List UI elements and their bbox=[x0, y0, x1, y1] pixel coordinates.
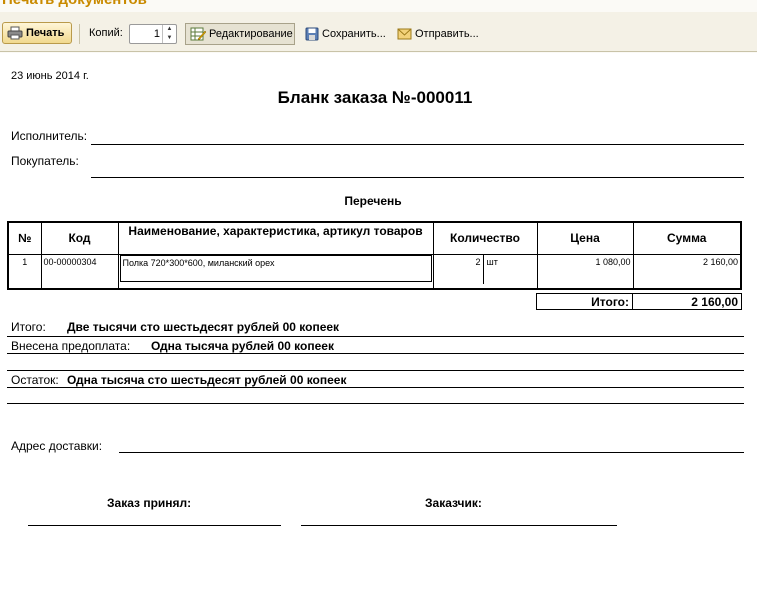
executor-line bbox=[91, 144, 744, 145]
total-words-line bbox=[7, 336, 744, 337]
document-sheet[interactable]: 23 июнь 2014 г. Бланк заказа №-000011 Ис… bbox=[0, 53, 757, 607]
title-bar: Печать документов bbox=[0, 0, 757, 12]
printer-icon bbox=[7, 26, 23, 40]
save-button-label: Сохранить... bbox=[322, 28, 386, 40]
table-header-row: № Код Наименование, характеристика, арти… bbox=[7, 221, 742, 255]
buyer-label: Покупатель: bbox=[11, 154, 79, 168]
col-header-qty: Количество bbox=[432, 221, 538, 255]
goods-table: № Код Наименование, характеристика, арти… bbox=[7, 221, 742, 290]
total-words: Две тысячи сто шестьдесят рублей 00 копе… bbox=[67, 320, 340, 334]
balance-label: Остаток: bbox=[11, 373, 59, 387]
send-button[interactable]: Отправить... bbox=[393, 23, 483, 45]
cell-num: 1 bbox=[7, 254, 42, 290]
save-button[interactable]: Сохранить... bbox=[301, 23, 386, 45]
col-header-code: Код bbox=[40, 221, 119, 255]
delivery-label: Адрес доставки: bbox=[11, 439, 103, 453]
customer-label: Заказчик: bbox=[425, 496, 482, 510]
total-value: 2 160,00 bbox=[632, 293, 742, 310]
list-title: Перечень bbox=[344, 194, 402, 208]
document-title: Бланк заказа №-000011 bbox=[277, 88, 473, 107]
col-header-num: № bbox=[7, 221, 42, 255]
cell-qty: 2 шт bbox=[432, 254, 538, 290]
toolbar-separator bbox=[79, 24, 80, 44]
spin-up-icon[interactable]: ▲ bbox=[163, 25, 176, 34]
table-row: 1 00-00000304 Полка 720*300*600, миланск… bbox=[7, 254, 742, 290]
print-button-label: Печать bbox=[26, 27, 65, 39]
prepaid-words: Одна тысяча рублей 00 копеек bbox=[151, 339, 334, 353]
accepted-signature-line bbox=[28, 525, 281, 526]
executor-label: Исполнитель: bbox=[11, 129, 88, 143]
window-title: Печать документов bbox=[2, 0, 147, 8]
prepaid-line bbox=[7, 353, 744, 354]
buyer-line bbox=[91, 177, 744, 178]
copies-label: Копий: bbox=[89, 27, 123, 39]
spin-down-icon[interactable]: ▼ bbox=[163, 34, 176, 43]
cell-qty-value: 2 bbox=[434, 255, 484, 284]
balance-words: Одна тысяча сто шестьдесят рублей 00 коп… bbox=[67, 373, 347, 387]
edit-button-label: Редактирование bbox=[209, 28, 293, 40]
col-header-name: Наименование, характеристика, артикул то… bbox=[117, 221, 434, 255]
delivery-line bbox=[119, 452, 744, 453]
cell-name-text: Полка 720*300*600, миланский орех bbox=[119, 255, 432, 282]
print-button[interactable]: Печать bbox=[2, 22, 72, 44]
edit-button[interactable]: Редактирование bbox=[185, 23, 295, 45]
document-date: 23 июнь 2014 г. bbox=[11, 70, 89, 82]
envelope-icon bbox=[397, 28, 412, 40]
print-documents-window: Печать документов Печать Копий: ▲ ▼ bbox=[0, 0, 757, 607]
total-words-label: Итого: bbox=[11, 320, 46, 334]
send-button-label: Отправить... bbox=[415, 28, 479, 40]
total-label: Итого: bbox=[536, 293, 633, 310]
toolbar: Печать Копий: ▲ ▼ Редактирование bbox=[0, 12, 757, 52]
prepaid-label: Внесена предоплата: bbox=[11, 339, 131, 353]
copies-input[interactable] bbox=[131, 26, 162, 42]
edit-grid-icon bbox=[190, 27, 206, 41]
cell-sum: 2 160,00 bbox=[632, 254, 742, 290]
col-header-sum: Сумма bbox=[632, 221, 742, 255]
copies-spin[interactable]: ▲ ▼ bbox=[162, 25, 176, 43]
col-header-price: Цена bbox=[536, 221, 634, 255]
cell-price: 1 080,00 bbox=[536, 254, 634, 290]
cell-unit: шт bbox=[486, 257, 498, 267]
cell-code: 00-00000304 bbox=[40, 254, 119, 290]
copies-stepper[interactable]: ▲ ▼ bbox=[129, 24, 177, 44]
accepted-label: Заказ принял: bbox=[107, 496, 192, 510]
blank-line bbox=[7, 403, 744, 404]
customer-signature-line bbox=[301, 525, 617, 526]
separator-line bbox=[7, 370, 744, 371]
floppy-disk-icon bbox=[305, 27, 319, 41]
cell-name: Полка 720*300*600, миланский орех bbox=[117, 254, 434, 290]
balance-line bbox=[7, 387, 744, 388]
